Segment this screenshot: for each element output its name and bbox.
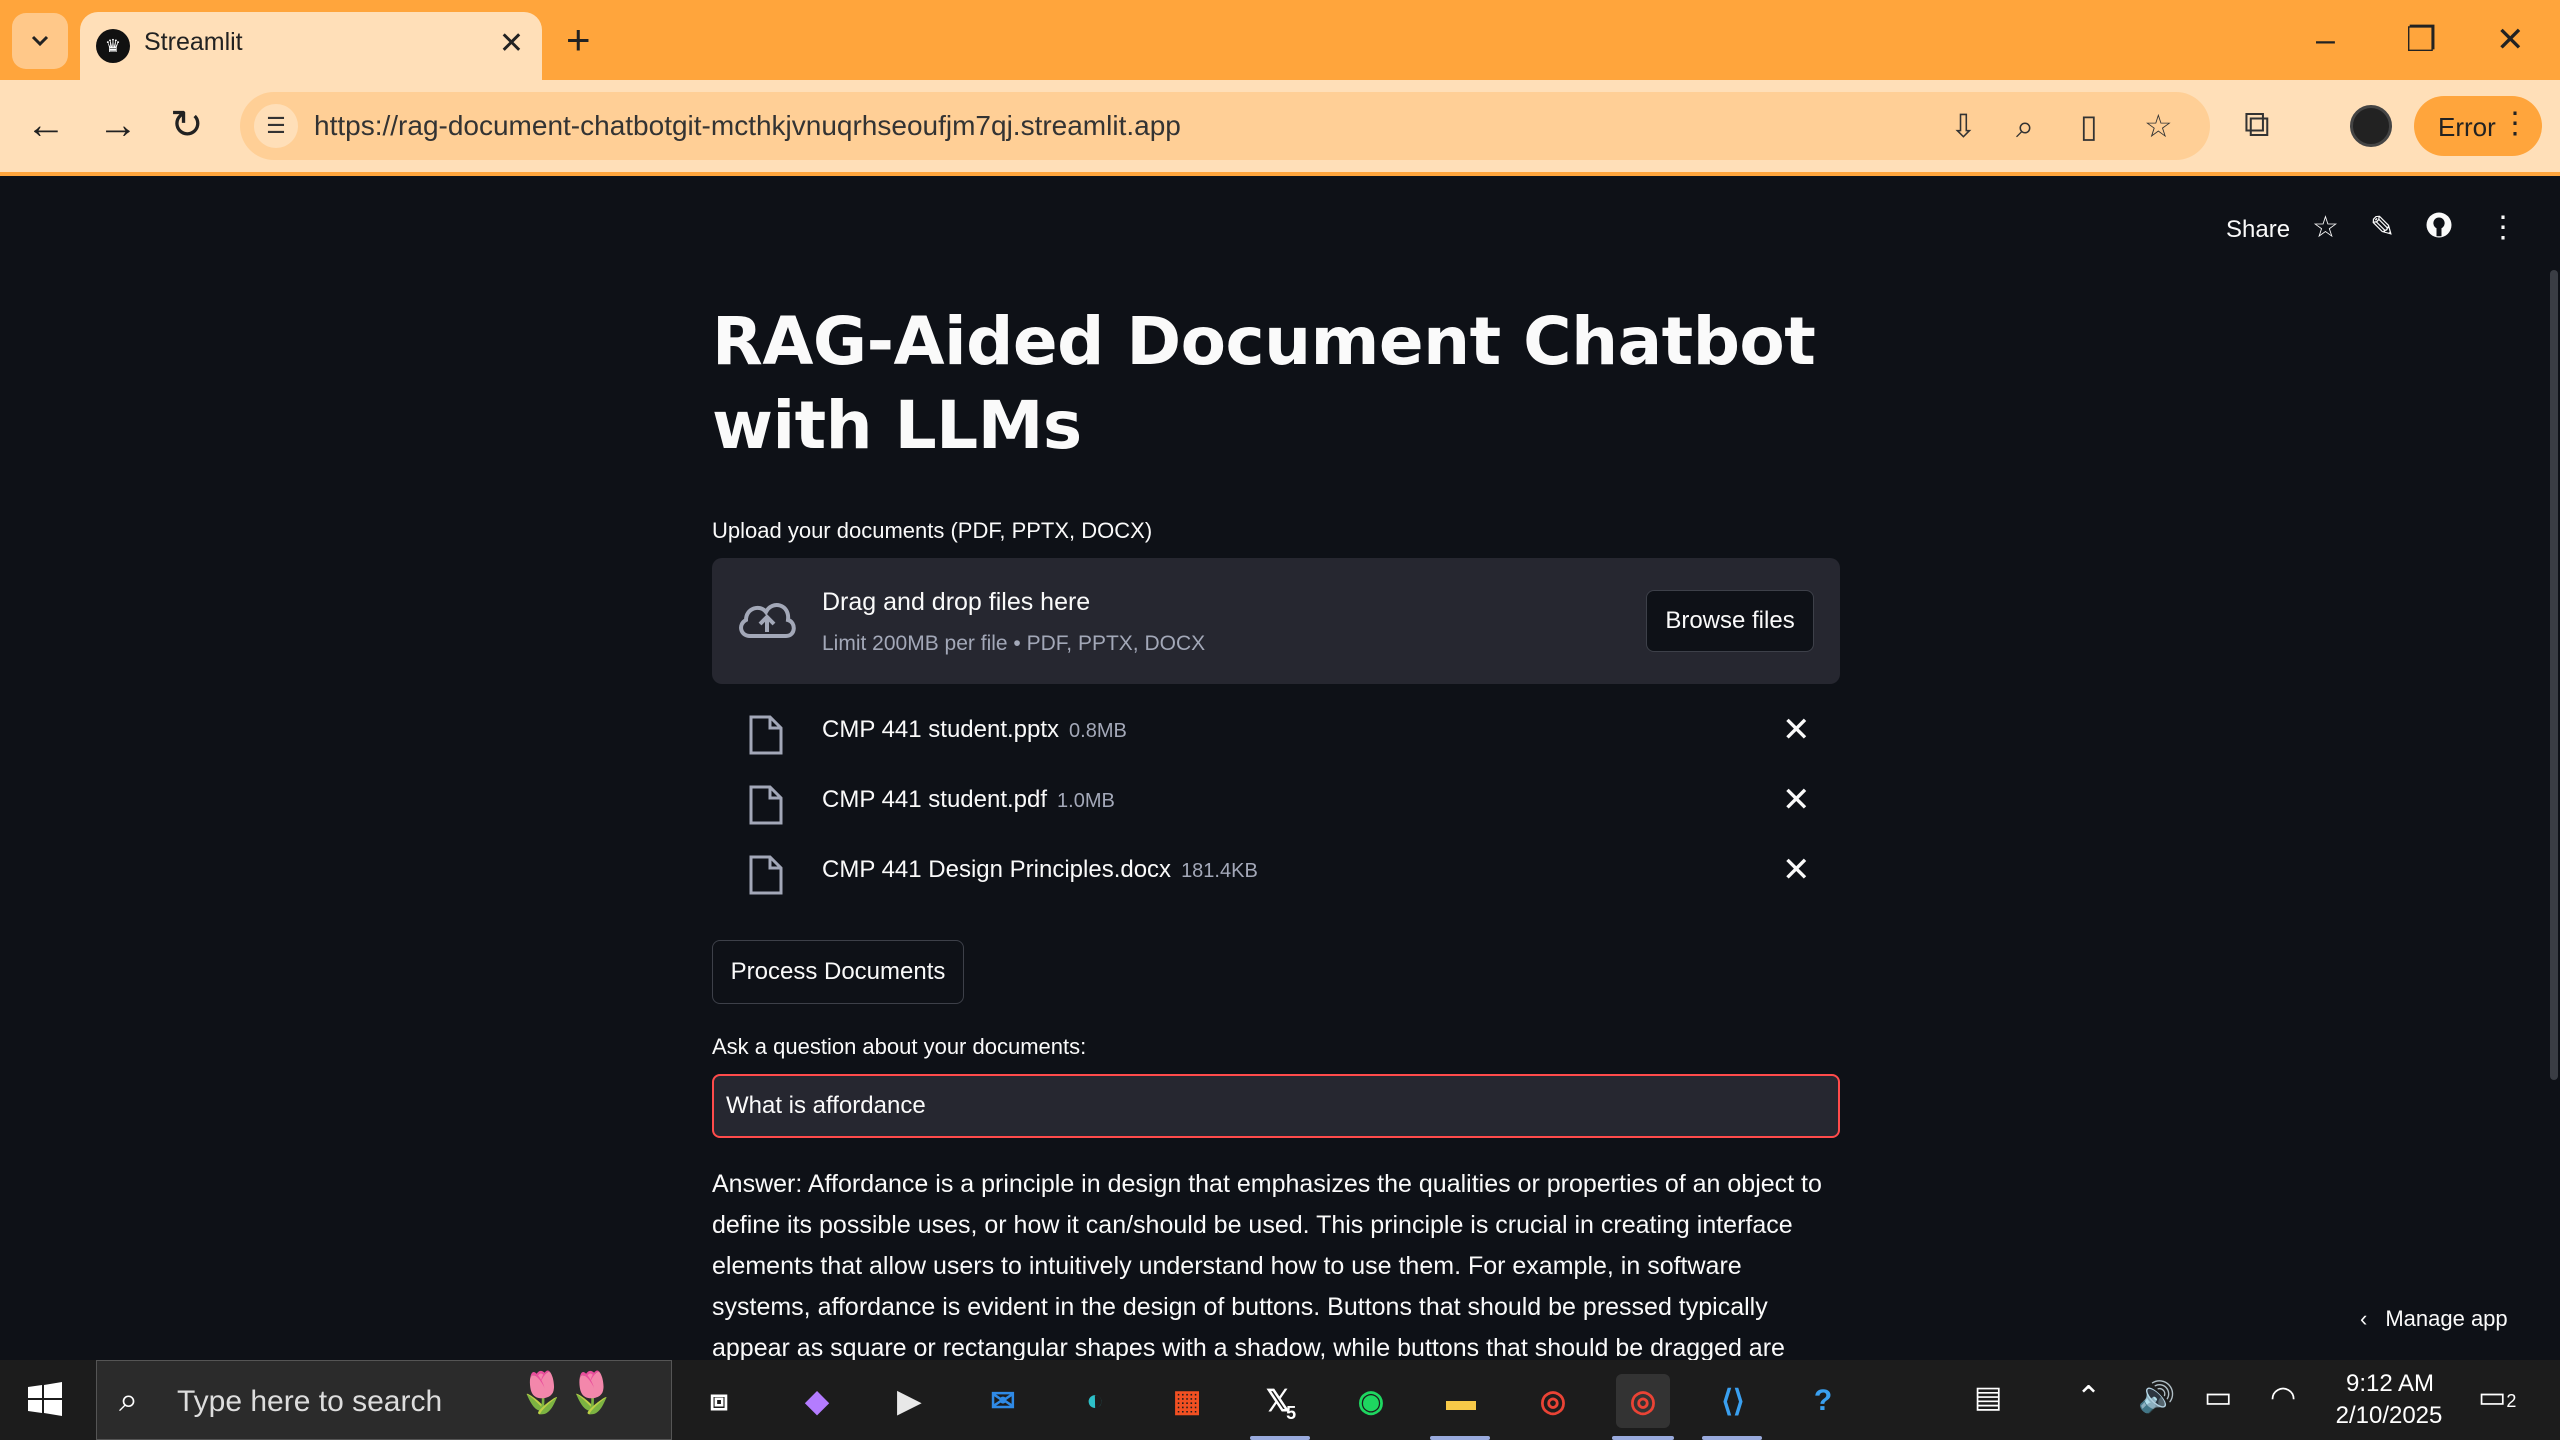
bookmark-star-icon[interactable]: ☆ [2144, 106, 2173, 146]
profile-error-button[interactable]: Error ⋮ [2414, 96, 2542, 156]
windows-taskbar: ⌕ Type here to search 🌷🌷 ⧈ ◆ ▶ ✉ ◐ ▦ 𝕏5 … [0, 1360, 2560, 1440]
dropzone-title: Drag and drop files here [822, 588, 1091, 616]
browser-tab[interactable]: ♛ Streamlit ✕ [80, 12, 542, 80]
url-text[interactable]: https://rag-document-chatbotgit-mcthkjvn… [314, 110, 1181, 142]
volume-icon[interactable]: 🔊 [2138, 1380, 2175, 1415]
mail-icon[interactable]: ✉ [976, 1374, 1030, 1428]
search-icon: ⌕ [119, 1381, 139, 1419]
streamlit-favicon-icon: ♛ [96, 29, 130, 63]
file-name: CMP 441 Design Principles.docx 181.4KB [822, 856, 1258, 883]
window-close-icon[interactable]: ✕ [2496, 18, 2525, 62]
manage-app-label: Manage app [2385, 1306, 2508, 1331]
file-size: 0.8MB [1069, 720, 1127, 742]
chrome-profile-icon[interactable]: ◎ [1616, 1374, 1670, 1428]
flowers-icon: 🌷🌷 [517, 1371, 617, 1415]
clock-date[interactable]: 2/10/2025 [2324, 1402, 2454, 1430]
notifications-icon[interactable]: ▭2 [2478, 1380, 2516, 1415]
reload-icon[interactable]: ↻ [170, 100, 204, 150]
profile-avatar[interactable] [2350, 105, 2392, 147]
battery-icon[interactable]: ▭ [2204, 1380, 2232, 1415]
uploader-label: Upload your documents (PDF, PPTX, DOCX) [712, 518, 1153, 543]
share-button[interactable]: Share [2226, 216, 2290, 244]
active-indicator [1612, 1436, 1674, 1440]
manage-app-button[interactable]: ‹ Manage app [2360, 1306, 2508, 1332]
app-header: Share ☆ ✎ ⋮ [0, 176, 2560, 286]
star-icon[interactable]: ☆ [2312, 210, 2339, 245]
edit-pencil-icon[interactable]: ✎ [2370, 210, 2395, 245]
main-menu-icon[interactable]: ⋮ [2488, 210, 2518, 245]
forward-icon[interactable]: → [98, 100, 138, 150]
file-explorer-icon[interactable]: ▬ [1434, 1374, 1488, 1428]
edge-icon[interactable]: ◐ [1068, 1374, 1122, 1428]
error-label: Error [2438, 112, 2496, 142]
x-badge: 5 [1286, 1402, 1297, 1423]
back-icon[interactable]: ← [26, 100, 66, 150]
process-documents-button[interactable]: Process Documents [712, 940, 964, 1004]
remove-file-icon[interactable]: ✕ [1782, 710, 1811, 750]
copilot-icon[interactable]: ◆ [790, 1374, 844, 1428]
task-view-icon[interactable]: ⧈ [692, 1374, 746, 1428]
page-title: RAG-Aided Document Chatbot with LLMs [712, 303, 1816, 464]
clock-time[interactable]: 9:12 AM [2340, 1370, 2440, 1398]
site-info-icon[interactable]: ☰ [254, 104, 298, 148]
file-size: 1.0MB [1057, 790, 1115, 812]
restore-icon[interactable]: ❐ [2406, 18, 2436, 62]
running-indicator [1702, 1436, 1762, 1440]
taskbar-search-box[interactable]: ⌕ Type here to search 🌷🌷 [96, 1360, 672, 1440]
zoom-icon[interactable]: ⌕ [2016, 106, 2034, 146]
file-name: CMP 441 student.pdf 1.0MB [822, 786, 1115, 813]
main-content: RAG-Aided Document Chatbot with LLMs Upl… [712, 300, 1840, 1403]
page-scrollbar[interactable] [2550, 270, 2558, 1080]
chrome-icon[interactable]: ◎ [1526, 1374, 1580, 1428]
chevron-left-icon: ‹ [2360, 1306, 2368, 1331]
minimize-icon[interactable]: – [2316, 18, 2335, 62]
dropzone-limit: Limit 200MB per file • PDF, PPTX, DOCX [822, 632, 1206, 655]
notification-count: 2 [2506, 1391, 2517, 1411]
running-indicator [1430, 1436, 1490, 1440]
microsoft-store-icon[interactable]: ▦ [1160, 1374, 1214, 1428]
question-input[interactable] [712, 1074, 1840, 1138]
tab-close-icon[interactable]: ✕ [499, 26, 524, 61]
cloud-upload-icon [739, 603, 796, 638]
search-placeholder: Type here to search [177, 1385, 443, 1418]
wifi-icon[interactable]: ◠ [2270, 1380, 2296, 1415]
address-bar[interactable]: ☰ https://rag-document-chatbotgit-mcthkj… [240, 92, 2210, 160]
tab-title: Streamlit [144, 28, 243, 56]
file-name: CMP 441 student.pptx 0.8MB [822, 716, 1127, 743]
uploaded-file-row: CMP 441 Design Principles.docx 181.4KB ✕ [712, 844, 1840, 904]
install-app-icon[interactable]: ⇩ [1950, 106, 1977, 146]
running-indicator [1250, 1436, 1310, 1440]
x-app-icon[interactable]: 𝕏5 [1254, 1374, 1308, 1428]
file-icon [749, 855, 783, 895]
file-icon [749, 715, 783, 755]
remove-file-icon[interactable]: ✕ [1782, 780, 1811, 820]
vscode-icon[interactable]: ⟨⟩ [1706, 1374, 1760, 1428]
file-dropzone[interactable]: Drag and drop files here Limit 200MB per… [712, 558, 1840, 684]
spotify-icon[interactable]: ◉ [1344, 1374, 1398, 1428]
news-widget-icon[interactable]: ▤ [1974, 1380, 2002, 1415]
media-player-icon[interactable]: ▶ [882, 1374, 936, 1428]
new-tab-icon[interactable]: + [566, 16, 591, 64]
file-size: 181.4KB [1181, 860, 1258, 882]
question-label: Ask a question about your documents: [712, 1034, 1087, 1059]
windows-start-icon[interactable] [28, 1382, 62, 1416]
uploaded-file-row: CMP 441 student.pdf 1.0MB ✕ [712, 774, 1840, 834]
more-menu-icon[interactable]: ⋮ [2500, 106, 2530, 141]
file-icon [749, 785, 783, 825]
reading-mode-icon[interactable]: ▯ [2080, 106, 2098, 146]
uploaded-file-row: CMP 441 student.pptx 0.8MB ✕ [712, 704, 1840, 764]
extensions-icon[interactable]: ⧉ [2244, 103, 2270, 146]
browse-files-button[interactable]: Browse files [1646, 590, 1814, 652]
help-icon[interactable]: ? [1796, 1374, 1850, 1428]
remove-file-icon[interactable]: ✕ [1782, 850, 1811, 890]
browser-tab-bar: ♛ Streamlit ✕ + – ❐ ✕ [0, 0, 2560, 80]
github-icon[interactable] [2424, 210, 2454, 248]
tab-search-button[interactable] [12, 13, 68, 69]
chevron-down-icon [31, 35, 49, 47]
show-hidden-icons-icon[interactable]: ⌃ [2076, 1380, 2101, 1415]
